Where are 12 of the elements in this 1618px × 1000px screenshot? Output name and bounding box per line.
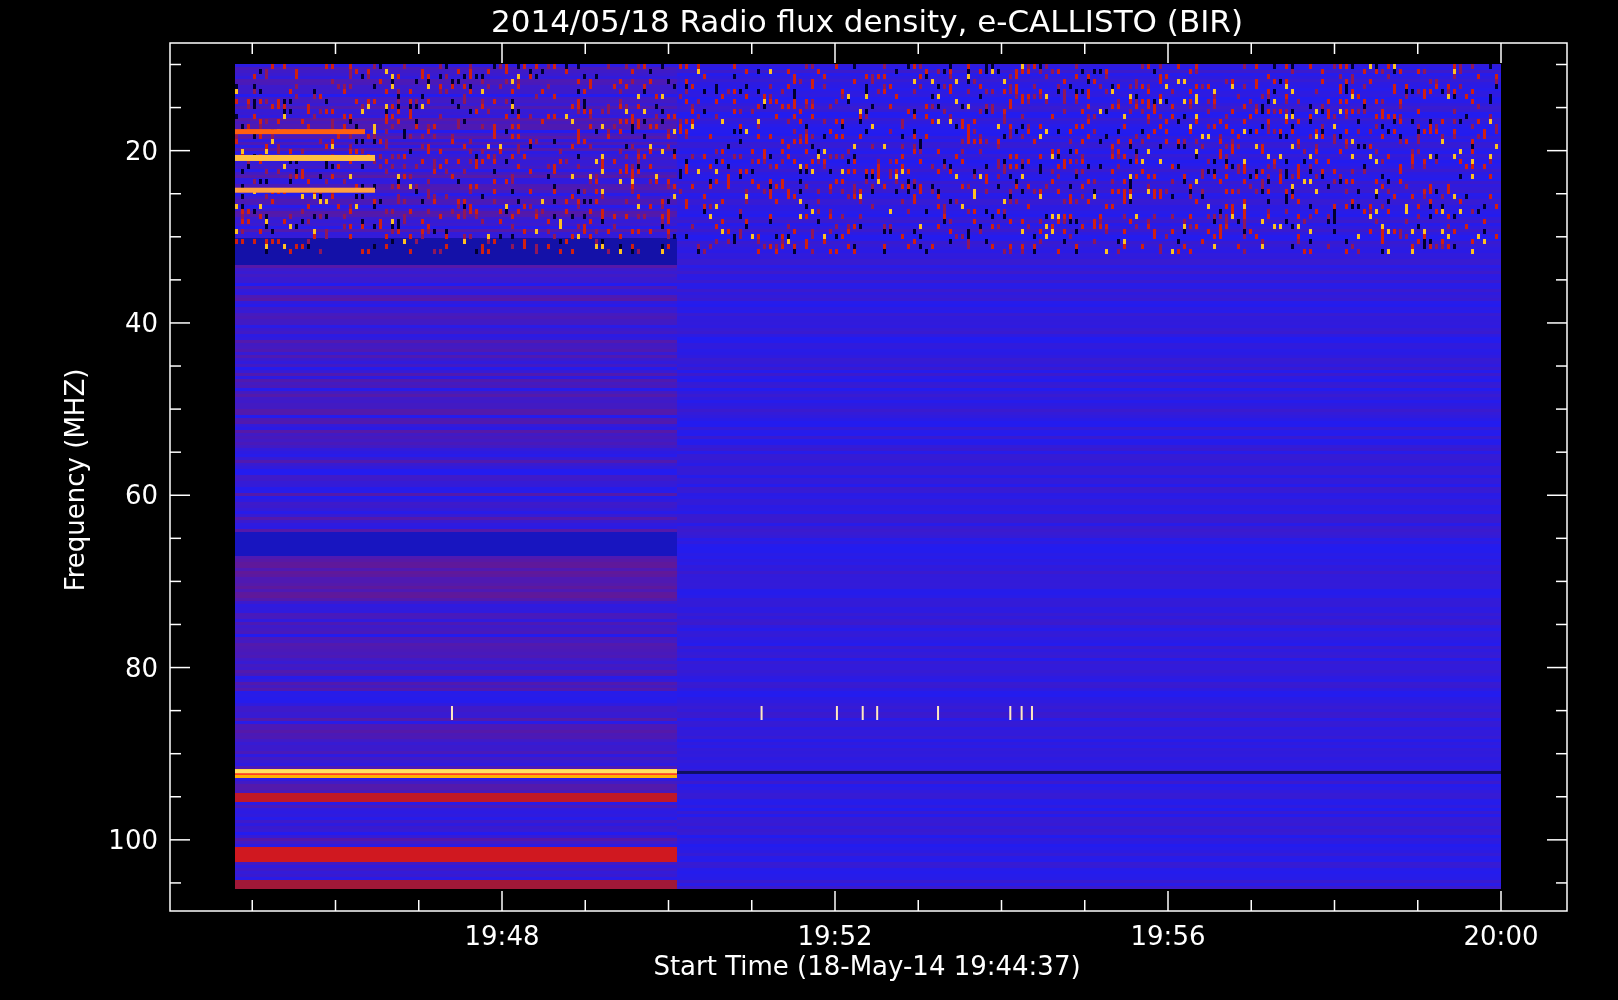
x-axis-label: Start Time (18-May-14 19:44:37) (653, 951, 1081, 981)
chart-title: 2014/05/18 Radio flux density, e-CALLISTO (BIR) (491, 3, 1243, 39)
y-tick-label: 20 (124, 135, 158, 166)
x-tick-label: 20:00 (1463, 921, 1539, 951)
x-tick-label: 19:48 (464, 921, 540, 951)
x-tick-label: 19:56 (1130, 921, 1206, 951)
y-axis-label: Frequency (MHZ) (60, 368, 90, 592)
x-tick-label: 19:52 (797, 921, 873, 951)
y-tick-label: 80 (124, 652, 158, 683)
y-tick-label: 40 (124, 307, 158, 338)
y-tick-label: 60 (124, 480, 158, 511)
y-tick-label: 100 (108, 824, 158, 855)
